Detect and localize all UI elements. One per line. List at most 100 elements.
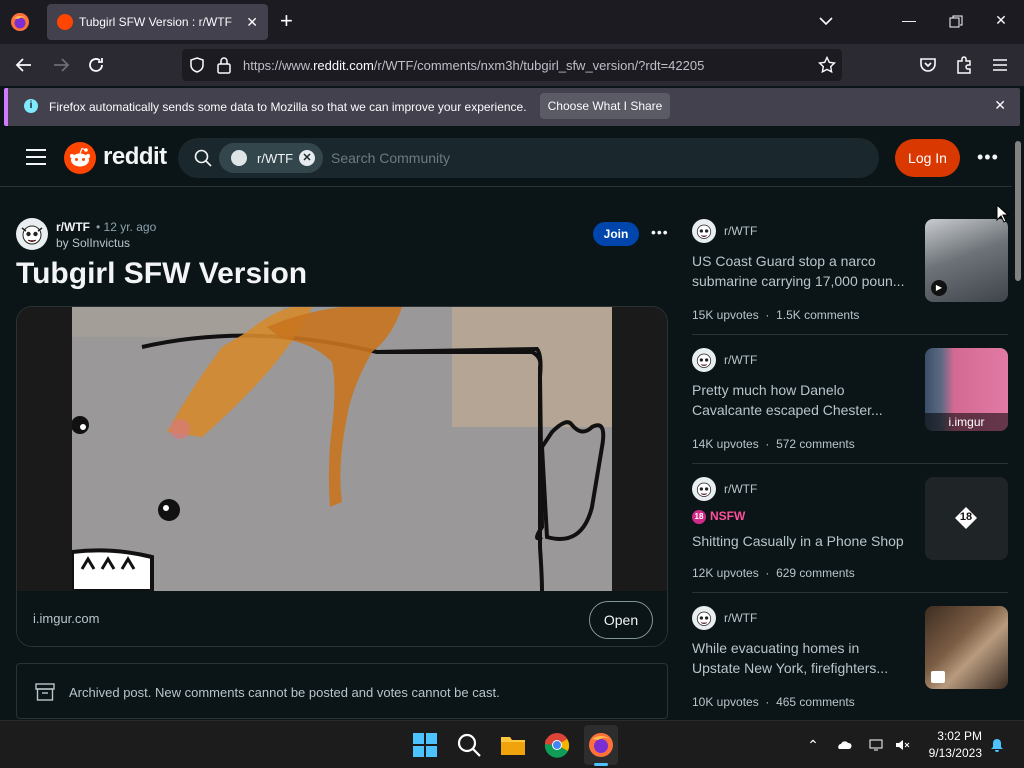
media-domain-link[interactable]: i.imgur.com bbox=[33, 611, 99, 626]
taskbar-search-icon[interactable] bbox=[455, 731, 483, 759]
related-post-thumbnail[interactable]: i.imgur bbox=[925, 348, 1008, 431]
related-post-subreddit[interactable]: r/WTF bbox=[724, 353, 757, 367]
thumbnail-domain-label: i.imgur bbox=[925, 413, 1008, 431]
browser-nav-bar: https://www.reddit.com/r/WTF/comments/nx… bbox=[0, 44, 1024, 86]
thumbnail-badge: 18 bbox=[959, 511, 973, 523]
network-icon[interactable] bbox=[868, 737, 884, 753]
related-post-card[interactable]: r/WTF US Coast Guard stop a narco submar… bbox=[692, 219, 1008, 348]
related-post-card[interactable]: r/WTF While evacuating homes in Upstate … bbox=[692, 606, 1008, 735]
notification-close-icon[interactable]: ✕ bbox=[994, 97, 1006, 114]
tray-chevron-up-icon[interactable]: ⌃ bbox=[805, 737, 821, 753]
onedrive-icon[interactable] bbox=[836, 737, 852, 753]
related-post-title[interactable]: Shitting Casually in a Phone Shop bbox=[692, 531, 908, 551]
subreddit-avatar[interactable] bbox=[16, 218, 48, 250]
browser-tab-bar: Tubgirl SFW Version : r/WTF ✕ + — ✕ bbox=[0, 0, 1024, 44]
url-text[interactable]: https://www.reddit.com/r/WTF/comments/nx… bbox=[243, 58, 704, 73]
notification-bell-icon[interactable] bbox=[989, 737, 1005, 753]
forward-arrow-icon[interactable] bbox=[49, 53, 73, 77]
archive-box-icon bbox=[35, 683, 55, 701]
shield-icon[interactable] bbox=[188, 56, 206, 74]
related-post-thumbnail[interactable]: ▶ bbox=[925, 219, 1008, 302]
firefox-taskbar-icon[interactable] bbox=[587, 731, 615, 759]
post-image[interactable] bbox=[72, 307, 612, 591]
mouse-cursor-icon bbox=[996, 204, 1010, 223]
chip-remove-icon[interactable]: ✕ bbox=[299, 150, 315, 166]
post-author[interactable]: by SolInvictus bbox=[56, 236, 130, 250]
url-bar[interactable]: https://www.reddit.com/r/WTF/comments/nx… bbox=[182, 49, 842, 81]
tab-title: Tubgirl SFW Version : r/WTF bbox=[79, 15, 232, 29]
login-button[interactable]: Log In bbox=[895, 139, 960, 177]
related-post-card[interactable]: r/WTF 18 NSFW Shitting Casually in a Phon… bbox=[692, 477, 1008, 606]
scrollbar-thumb[interactable] bbox=[1015, 141, 1021, 281]
subreddit-avatar-icon bbox=[692, 477, 716, 501]
related-post-card[interactable]: r/WTF Pretty much how Danelo Cavalcante … bbox=[692, 348, 1008, 477]
firefox-icon[interactable] bbox=[10, 12, 30, 32]
gallery-image-icon bbox=[931, 671, 945, 683]
related-post-title[interactable]: US Coast Guard stop a narco submarine ca… bbox=[692, 251, 908, 291]
related-post-stats: 15K upvotes · 1.5K comments bbox=[692, 308, 860, 322]
subreddit-avatar-icon bbox=[231, 150, 247, 166]
telemetry-notification-bar: i Firefox automatically sends some data … bbox=[4, 88, 1020, 126]
choose-what-i-share-button[interactable]: Choose What I Share bbox=[540, 93, 670, 119]
tab-close-icon[interactable]: ✕ bbox=[246, 14, 258, 30]
post-more-options-icon[interactable]: ••• bbox=[651, 224, 669, 240]
related-post-title[interactable]: Pretty much how Danelo Cavalcante escape… bbox=[692, 380, 908, 420]
minimize-icon[interactable]: — bbox=[899, 12, 919, 28]
tab-active[interactable]: Tubgirl SFW Version : r/WTF ✕ bbox=[47, 4, 268, 40]
related-post-stats: 14K upvotes · 572 comments bbox=[692, 437, 855, 451]
divider bbox=[692, 463, 1008, 464]
tab-list-chevron-icon[interactable] bbox=[816, 14, 836, 28]
nsfw-tag: 18 NSFW bbox=[692, 509, 745, 524]
notification-text: Firefox automatically sends some data to… bbox=[49, 100, 527, 114]
related-post-subreddit[interactable]: r/WTF bbox=[724, 482, 757, 496]
video-play-icon: ▶ bbox=[931, 280, 947, 296]
reddit-wordmark[interactable]: reddit bbox=[103, 143, 167, 171]
search-input[interactable] bbox=[331, 150, 831, 166]
bookmark-star-icon[interactable] bbox=[818, 56, 836, 74]
related-post-title[interactable]: While evacuating homes in Upstate New Yo… bbox=[692, 638, 908, 678]
lock-icon[interactable] bbox=[216, 56, 232, 74]
post-age: • 12 yr. ago bbox=[96, 220, 157, 234]
reddit-favicon-icon bbox=[57, 14, 73, 30]
reddit-header: reddit r/WTF ✕ Log In ••• bbox=[0, 129, 1012, 187]
extensions-icon[interactable] bbox=[952, 53, 976, 77]
related-post-thumbnail[interactable] bbox=[925, 606, 1008, 689]
archived-text: Archived post. New comments cannot be po… bbox=[69, 685, 500, 700]
subreddit-avatar-icon bbox=[692, 219, 716, 243]
chrome-icon[interactable] bbox=[543, 731, 571, 759]
page-scrollbar[interactable] bbox=[1012, 129, 1024, 720]
hamburger-menu-icon[interactable] bbox=[26, 149, 46, 165]
clock-date[interactable]: 9/13/2023 bbox=[920, 746, 982, 760]
archived-notice: Archived post. New comments cannot be po… bbox=[16, 663, 668, 719]
related-post-subreddit[interactable]: r/WTF bbox=[724, 224, 757, 238]
join-button[interactable]: Join bbox=[593, 222, 639, 246]
restore-icon[interactable] bbox=[946, 15, 966, 29]
active-app-indicator bbox=[594, 763, 608, 766]
back-arrow-icon[interactable] bbox=[12, 53, 36, 77]
post-media-card[interactable]: i.imgur.com Open bbox=[16, 306, 668, 647]
divider bbox=[692, 592, 1008, 593]
volume-muted-icon[interactable] bbox=[894, 737, 910, 753]
file-explorer-icon[interactable] bbox=[499, 731, 527, 759]
chip-label: r/WTF bbox=[257, 151, 294, 166]
more-options-icon[interactable]: ••• bbox=[977, 147, 999, 168]
post-subreddit-link[interactable]: r/WTF bbox=[56, 220, 90, 234]
reload-icon[interactable] bbox=[84, 53, 108, 77]
related-post-thumbnail-nsfw[interactable]: 18 bbox=[925, 477, 1008, 560]
subreddit-avatar-icon bbox=[692, 348, 716, 372]
related-post-stats: 12K upvotes · 629 comments bbox=[692, 566, 855, 580]
divider bbox=[692, 334, 1008, 335]
pocket-icon[interactable] bbox=[916, 53, 940, 77]
new-tab-plus-icon[interactable]: + bbox=[280, 10, 293, 32]
media-footer: i.imgur.com Open bbox=[17, 591, 667, 646]
related-post-subreddit[interactable]: r/WTF bbox=[724, 611, 757, 625]
community-filter-chip[interactable]: r/WTF ✕ bbox=[219, 143, 323, 173]
open-button[interactable]: Open bbox=[589, 601, 653, 639]
reddit-logo-icon[interactable] bbox=[64, 142, 96, 174]
app-menu-icon[interactable] bbox=[988, 53, 1012, 77]
windows-start-icon[interactable] bbox=[411, 731, 439, 759]
clock-time[interactable]: 3:02 PM bbox=[936, 729, 982, 743]
search-bar[interactable]: r/WTF ✕ bbox=[178, 138, 879, 178]
window-close-icon[interactable]: ✕ bbox=[991, 12, 1011, 29]
post-title: Tubgirl SFW Version bbox=[16, 257, 308, 290]
